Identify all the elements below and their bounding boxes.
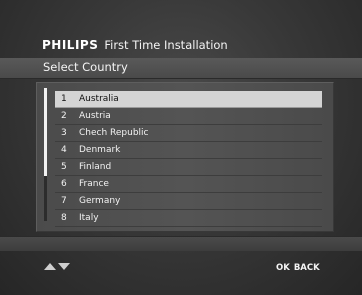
country-item-france[interactable]: 6 France: [55, 176, 322, 193]
country-item-chech-republic[interactable]: 3 Chech Republic: [55, 125, 322, 142]
subtitle-bar: Select Country: [0, 58, 362, 79]
menu-title: First Time Installation: [104, 38, 228, 52]
ok-key-label: OK: [276, 263, 290, 273]
country-item-australia[interactable]: 1 Australia: [55, 91, 322, 108]
country-item-finland[interactable]: 5 Finland: [55, 159, 322, 176]
country-item-number: 6: [61, 179, 67, 189]
country-item-label: Italy: [79, 213, 99, 223]
arrow-down-icon: [58, 263, 70, 270]
country-item-number: 8: [61, 213, 67, 223]
country-item-label: Chech Republic: [79, 128, 149, 138]
subtitle-text: Select Country: [43, 60, 128, 74]
country-item-italy[interactable]: 8 Italy: [55, 210, 322, 227]
country-item-austria[interactable]: 2 Austria: [55, 108, 322, 125]
bottom-bar: [0, 236, 362, 251]
country-item-label: Denmark: [79, 145, 121, 155]
arrow-up-icon: [44, 263, 56, 270]
back-key-label: BACK: [293, 263, 320, 273]
country-item-label: France: [79, 179, 109, 189]
country-item-number: 7: [61, 196, 67, 206]
country-item-number: 2: [61, 111, 67, 121]
country-item-denmark[interactable]: 4 Denmark: [55, 142, 322, 159]
scrollbar-thumb[interactable]: [44, 88, 47, 176]
country-item-number: 5: [61, 162, 67, 172]
menu-header: PHILIPS First Time Installation: [42, 38, 228, 54]
key-hints: OK BACK: [276, 263, 320, 273]
country-item-germany[interactable]: 7 Germany: [55, 193, 322, 210]
up-down-arrows-icon: [44, 263, 70, 270]
country-item-label: Germany: [79, 196, 121, 206]
country-item-number: 4: [61, 145, 67, 155]
country-item-number: 1: [61, 94, 67, 104]
country-item-number: 3: [61, 128, 67, 138]
country-item-label: Austria: [79, 111, 111, 121]
country-item-label: Australia: [79, 94, 119, 104]
brand-logo: PHILIPS: [42, 38, 99, 52]
country-list: 1 Australia 2 Austria 3 Chech Republic 4…: [55, 91, 322, 227]
tv-menu-screen: PHILIPS First Time Installation Select C…: [0, 0, 362, 295]
country-item-label: Finland: [79, 162, 112, 172]
